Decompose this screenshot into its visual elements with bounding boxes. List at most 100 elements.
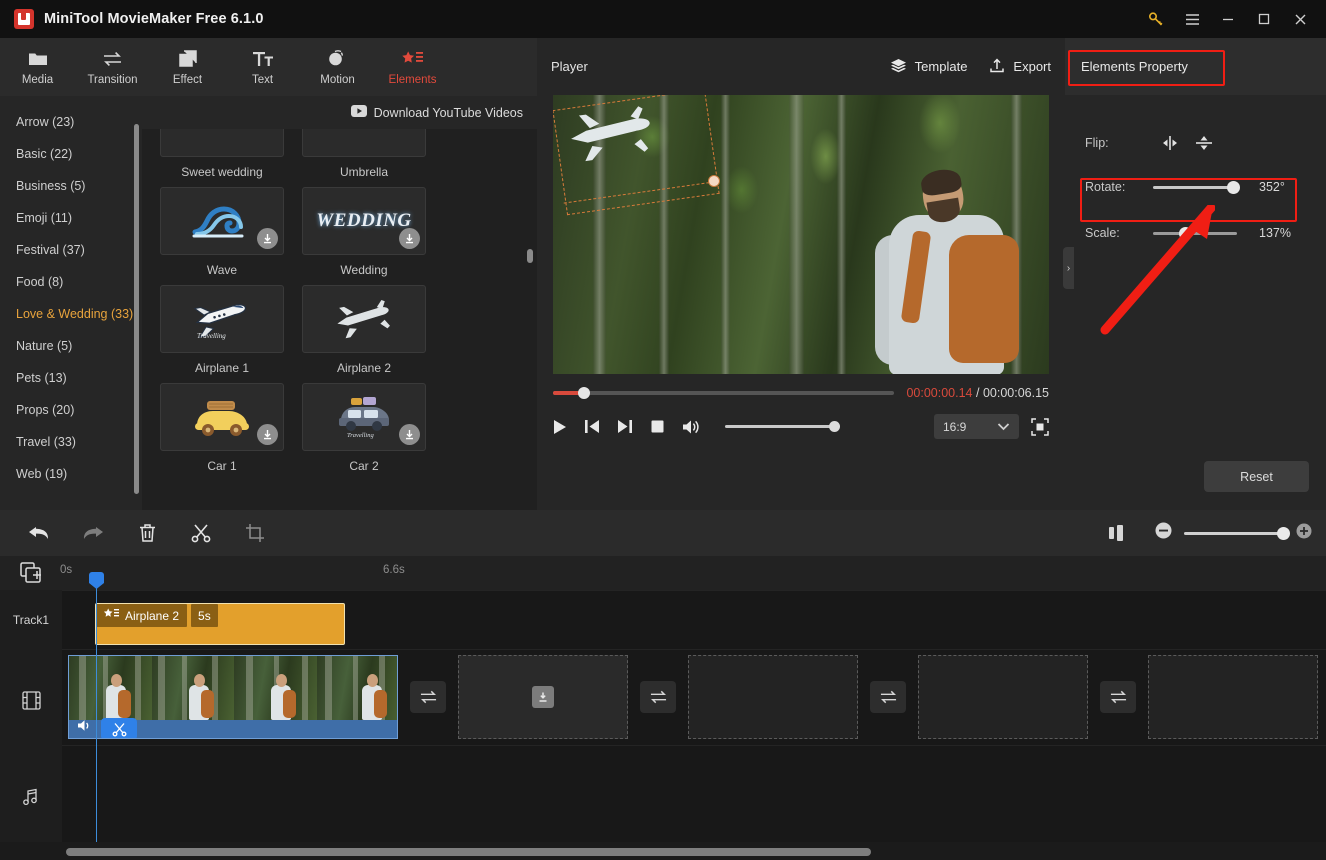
category-item-pets[interactable]: Pets (13) — [0, 362, 142, 394]
wedding-text-thumb[interactable]: WEDDING — [302, 187, 426, 255]
category-item-arrow[interactable]: Arrow (23) — [0, 106, 142, 138]
category-item-basic[interactable]: Basic (22) — [0, 138, 142, 170]
maximize-icon[interactable] — [1246, 0, 1282, 38]
previous-frame-button[interactable] — [584, 419, 600, 434]
flip-horizontal-icon[interactable] — [1153, 136, 1187, 150]
next-frame-button[interactable] — [617, 419, 633, 434]
volume-button[interactable] — [682, 419, 700, 435]
element-card[interactable]: WEDDING Wedding — [302, 187, 426, 279]
element-card[interactable]: Umbrella — [302, 129, 426, 181]
rotate-handle[interactable] — [708, 175, 720, 187]
element-card[interactable]: Airplane 2 — [302, 285, 426, 377]
seek-row: 00:00:00.14 / 00:00:06.15 — [553, 386, 1049, 400]
transition-slot-button[interactable] — [1100, 681, 1136, 713]
tab-motion[interactable]: Motion — [300, 38, 375, 96]
download-icon[interactable] — [257, 424, 278, 445]
element-card[interactable]: Car 1 — [160, 383, 284, 475]
add-media-icon[interactable] — [20, 562, 41, 588]
category-item-love-wedding[interactable]: Love & Wedding (33) — [0, 298, 142, 330]
tab-text[interactable]: Text — [225, 38, 300, 96]
undo-button[interactable] — [12, 510, 66, 556]
tab-label: Text — [251, 73, 274, 86]
scale-knob[interactable] — [1179, 226, 1192, 240]
elements-scrollbar[interactable] — [527, 249, 533, 263]
zoom-in-icon[interactable] — [1296, 523, 1312, 544]
transition-slot-button[interactable] — [640, 681, 676, 713]
car-grey-thumb[interactable]: Travelling — [302, 383, 426, 451]
umbrella-thumb[interactable] — [302, 129, 426, 157]
play-button[interactable] — [553, 419, 567, 435]
download-youtube-button[interactable]: Download YouTube Videos — [142, 96, 537, 129]
scale-slider[interactable] — [1153, 226, 1237, 240]
transition-slot-button[interactable] — [410, 681, 446, 713]
element-selection-box[interactable] — [553, 95, 720, 216]
rotate-slider[interactable] — [1153, 180, 1240, 194]
fullscreen-icon[interactable] — [1031, 417, 1049, 436]
download-icon[interactable] — [399, 424, 420, 445]
menu-icon[interactable] — [1174, 0, 1210, 38]
media-drop-slot[interactable] — [458, 655, 628, 739]
tab-elements[interactable]: Elements — [375, 38, 450, 96]
media-drop-slot[interactable] — [918, 655, 1088, 739]
category-item-emoji[interactable]: Emoji (11) — [0, 202, 142, 234]
seek-knob[interactable] — [577, 387, 590, 399]
sweet-wedding-thumb[interactable] — [160, 129, 284, 157]
volume-knob[interactable] — [829, 421, 840, 432]
minimize-icon[interactable] — [1210, 0, 1246, 38]
template-button[interactable]: Template — [890, 58, 967, 76]
download-icon[interactable] — [399, 228, 420, 249]
volume-slider[interactable] — [725, 421, 840, 432]
timeline-hscrollbar-thumb[interactable] — [66, 848, 871, 856]
key-icon[interactable] — [1138, 0, 1174, 38]
split-button[interactable] — [174, 510, 228, 556]
category-item-business[interactable]: Business (5) — [0, 170, 142, 202]
rotate-knob[interactable] — [1227, 180, 1240, 194]
zoom-slider[interactable] — [1184, 526, 1290, 540]
player-canvas[interactable] — [553, 95, 1049, 374]
seek-slider[interactable] — [553, 387, 895, 399]
video-clip[interactable] — [68, 655, 398, 739]
category-scrollbar[interactable] — [134, 124, 139, 494]
category-item-props[interactable]: Props (20) — [0, 394, 142, 426]
category-item-travel[interactable]: Travel (33) — [0, 426, 142, 458]
tab-effect[interactable]: Effect — [150, 38, 225, 96]
element-card[interactable]: Travelling Airplane 1 — [160, 285, 284, 377]
export-button[interactable]: Export — [989, 58, 1051, 76]
airplane-plain-thumb[interactable] — [302, 285, 426, 353]
media-drop-slot[interactable] — [1148, 655, 1318, 739]
flip-vertical-icon[interactable] — [1187, 133, 1221, 153]
redo-button[interactable] — [66, 510, 120, 556]
chevron-right-icon[interactable]: › — [1063, 247, 1074, 289]
zoom-out-icon[interactable] — [1155, 522, 1172, 544]
crop-button[interactable] — [228, 510, 282, 556]
delete-button[interactable] — [120, 510, 174, 556]
reset-button[interactable]: Reset — [1204, 461, 1309, 492]
tab-media[interactable]: Media — [0, 38, 75, 96]
transition-slot-button[interactable] — [870, 681, 906, 713]
speaker-icon[interactable] — [77, 719, 92, 737]
stop-button[interactable] — [650, 419, 665, 434]
category-item-web[interactable]: Web (19) — [0, 458, 142, 490]
close-icon[interactable] — [1282, 0, 1318, 38]
car-yellow-thumb[interactable] — [160, 383, 284, 451]
element-clip[interactable]: Airplane 2 5s — [95, 603, 345, 645]
wave-thumb[interactable] — [160, 187, 284, 255]
scissors-icon[interactable] — [101, 718, 137, 738]
category-item-festival[interactable]: Festival (37) — [0, 234, 142, 266]
tab-transition[interactable]: Transition — [75, 38, 150, 96]
category-item-nature[interactable]: Nature (5) — [0, 330, 142, 362]
split-view-icon[interactable] — [1089, 510, 1143, 556]
aspect-ratio-select[interactable]: 16:9 — [934, 414, 1019, 439]
element-card[interactable]: Sweet wedding — [160, 129, 284, 181]
download-icon[interactable] — [532, 686, 554, 708]
download-icon[interactable] — [257, 228, 278, 249]
element-card[interactable]: Travelling Car 2 — [302, 383, 426, 475]
app-window: MiniTool MovieMaker Free 6.1.0 Media Tra… — [0, 0, 1326, 860]
category-item-food[interactable]: Food (8) — [0, 266, 142, 298]
media-drop-slot[interactable] — [688, 655, 858, 739]
category-list[interactable]: Arrow (23) Basic (22) Business (5) Emoji… — [0, 96, 142, 510]
element-card[interactable]: Wave — [160, 187, 284, 279]
zoom-knob[interactable] — [1277, 526, 1290, 540]
airplane-travelling-thumb[interactable]: Travelling — [160, 285, 284, 353]
timeline-ruler[interactable]: 0s 6.6s — [0, 556, 1326, 590]
